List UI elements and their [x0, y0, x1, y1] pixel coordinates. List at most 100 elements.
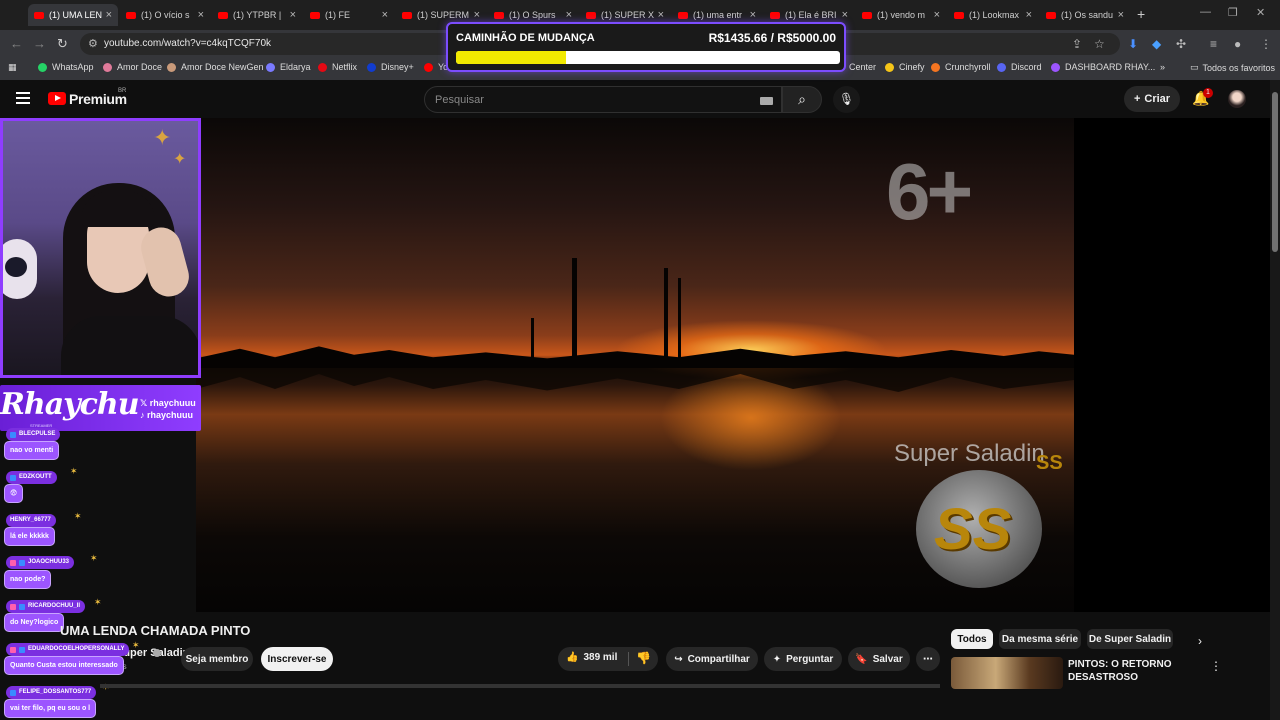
- voice-search-mic-icon[interactable]: 🎙: [833, 86, 860, 113]
- close-tab-icon[interactable]: ×: [658, 9, 664, 21]
- streamer-body: [61, 316, 198, 375]
- tab-11[interactable]: (1) Lookmax ×: [948, 4, 1038, 26]
- close-tab-icon[interactable]: ×: [474, 9, 480, 21]
- chip-all[interactable]: Todos: [951, 629, 993, 649]
- close-tab-icon[interactable]: ×: [106, 9, 112, 21]
- close-tab-icon[interactable]: ×: [750, 9, 756, 21]
- bookmark-center[interactable]: Center: [849, 62, 876, 72]
- search-button[interactable]: ⌕: [782, 86, 822, 113]
- tab-4[interactable]: (1) FE ×: [304, 4, 394, 26]
- like-button[interactable]: 👍 389 mil: [566, 652, 617, 663]
- more-actions-dots-icon[interactable]: ⋯: [916, 647, 940, 671]
- url-text: youtube.com/watch?v=c4kqTCQF70k: [104, 38, 272, 49]
- tab-2[interactable]: (1) O vício s ×: [120, 4, 210, 26]
- close-tab-icon[interactable]: ×: [290, 9, 296, 21]
- tab-12[interactable]: (1) Os sandu ×: [1040, 4, 1130, 26]
- verified-check-icon: [153, 649, 161, 657]
- like-dislike-group: 👍 389 mil 👎: [558, 647, 658, 671]
- search-placeholder: Pesquisar: [435, 94, 484, 106]
- bookmark-disney[interactable]: Disney+: [367, 62, 414, 72]
- badge-icon: [10, 559, 16, 566]
- close-tab-icon[interactable]: ×: [934, 9, 940, 21]
- close-tab-icon[interactable]: ×: [566, 9, 572, 21]
- tab-10[interactable]: (1) vendo m ×: [856, 4, 946, 26]
- download-extension-icon[interactable]: ⬇: [1128, 37, 1138, 51]
- chip-from-channel[interactable]: De Super Saladin: [1087, 629, 1173, 649]
- youtube-logo-icon[interactable]: [48, 92, 66, 105]
- bookmark-crunchyroll[interactable]: Crunchyroll: [931, 62, 991, 72]
- video-title: UMA LENDA CHAMADA PINTO: [60, 623, 251, 638]
- bookmark-discord[interactable]: Discord: [997, 62, 1042, 72]
- site-info-icon[interactable]: ⚙: [88, 37, 98, 50]
- ask-button[interactable]: ✦ Perguntar: [764, 647, 842, 671]
- bookmark-star-icon[interactable]: ☆: [1094, 37, 1105, 51]
- youtube-favicon-icon: [34, 11, 44, 19]
- horizon-treeline: [196, 346, 1074, 368]
- menu-hamburger-icon[interactable]: [16, 92, 30, 107]
- share-button[interactable]: ↪ Compartilhar: [666, 647, 758, 671]
- age-rating-overlay: 6+: [886, 147, 973, 236]
- youtube-favicon-icon: [862, 11, 872, 19]
- channel-watermark-text: Super Saladin: [894, 440, 1045, 467]
- close-tab-icon[interactable]: ×: [382, 9, 388, 21]
- bookmark-youtube[interactable]: Yo: [424, 62, 448, 72]
- tab-3[interactable]: (1) YTPBR | ×: [212, 4, 302, 26]
- save-button[interactable]: 🔖 Salvar: [848, 647, 910, 671]
- extensions-puzzle-icon[interactable]: ✣: [1176, 37, 1186, 51]
- bookmark-netflix[interactable]: Netflix: [318, 62, 357, 72]
- bookmark-dashboard[interactable]: DASHBOARD RHAY...: [1051, 62, 1155, 72]
- minimize-icon[interactable]: —: [1200, 6, 1211, 18]
- channel-corner-logo[interactable]: SS: [1036, 452, 1063, 475]
- forward-arrow-icon[interactable]: →: [33, 36, 46, 51]
- media-controls-icon[interactable]: ≡: [1210, 37, 1217, 51]
- install-app-icon[interactable]: ⇪: [1072, 37, 1082, 51]
- youtube-favicon-icon: [770, 11, 780, 19]
- chip-same-series[interactable]: Da mesma série: [999, 629, 1081, 649]
- back-arrow-icon[interactable]: ←: [10, 36, 23, 51]
- related-video-thumbnail[interactable]: [951, 657, 1063, 689]
- tab-1[interactable]: (1) UMA LEN ×: [28, 4, 118, 26]
- streamer-banner: Rhaychu 𝕏 rhaychuuu ♪ rhaychuuu STREAMER: [0, 385, 201, 431]
- related-video-title[interactable]: PINTOS: O RETORNO DESASTROSO: [1068, 658, 1188, 684]
- create-button[interactable]: + Criar: [1124, 86, 1180, 112]
- maximize-icon[interactable]: ❐: [1228, 6, 1238, 19]
- dislike-thumbs-down-icon[interactable]: 👎: [636, 651, 651, 665]
- account-avatar[interactable]: [1228, 90, 1246, 108]
- join-membership-button[interactable]: Seja membro: [181, 647, 253, 671]
- search-input[interactable]: Pesquisar: [424, 86, 782, 113]
- sparkle-icon: ✶: [90, 553, 98, 563]
- all-bookmarks-folder[interactable]: ▭ Todos os favoritos: [1190, 62, 1275, 73]
- close-tab-icon[interactable]: ×: [198, 9, 204, 21]
- keyboard-icon[interactable]: [760, 97, 773, 105]
- close-tab-icon[interactable]: ×: [1026, 9, 1032, 21]
- sparkle-icon: ✶: [132, 640, 140, 650]
- badge-icon: [10, 474, 16, 481]
- close-window-icon[interactable]: ✕: [1256, 6, 1265, 19]
- apps-grid-icon[interactable]: ▦: [8, 62, 17, 73]
- browser-menu-icon[interactable]: ⋮: [1260, 37, 1272, 51]
- bookmark-whatsapp[interactable]: WhatsApp: [38, 62, 94, 72]
- more-bookmarks-chevron-icon[interactable]: »: [1160, 62, 1165, 72]
- new-tab-plus-icon[interactable]: +: [1137, 6, 1145, 22]
- close-tab-icon[interactable]: ×: [842, 9, 848, 21]
- plush-toy-face: [5, 257, 27, 277]
- youtube-icon: [424, 62, 433, 72]
- related-video-menu-icon[interactable]: ⋮: [1210, 659, 1222, 673]
- subscribe-button[interactable]: Inscrever-se: [261, 647, 333, 671]
- scrollbar-thumb[interactable]: [1272, 92, 1278, 252]
- extension-icon[interactable]: ◆: [1152, 37, 1161, 51]
- video-player[interactable]: 6+ Super Saladin SS: [196, 118, 1074, 612]
- notification-count-badge: 1: [1203, 88, 1213, 98]
- profile-avatar-icon[interactable]: ●: [1234, 37, 1241, 51]
- close-tab-icon[interactable]: ×: [1118, 9, 1124, 21]
- bookmark-amor-doce[interactable]: Amor Doce: [103, 62, 162, 72]
- donation-goal-overlay: CAMINHÃO DE MUDANÇA R$1435.66 / R$5000.0…: [446, 22, 846, 72]
- bookmark-eldarya[interactable]: Eldarya: [266, 62, 311, 72]
- page-scrollbar[interactable]: [1270, 80, 1280, 720]
- chat-message: Quanto Custa estou interessado: [4, 656, 124, 675]
- reload-icon[interactable]: ↻: [57, 36, 68, 52]
- chips-next-chevron-icon[interactable]: ›: [1198, 634, 1202, 648]
- bookmark-amor-doce-newgen[interactable]: Amor Doce NewGen: [167, 62, 264, 72]
- bookmark-cinefy[interactable]: Cinefy: [885, 62, 925, 72]
- amor-doce-icon: [103, 62, 112, 72]
